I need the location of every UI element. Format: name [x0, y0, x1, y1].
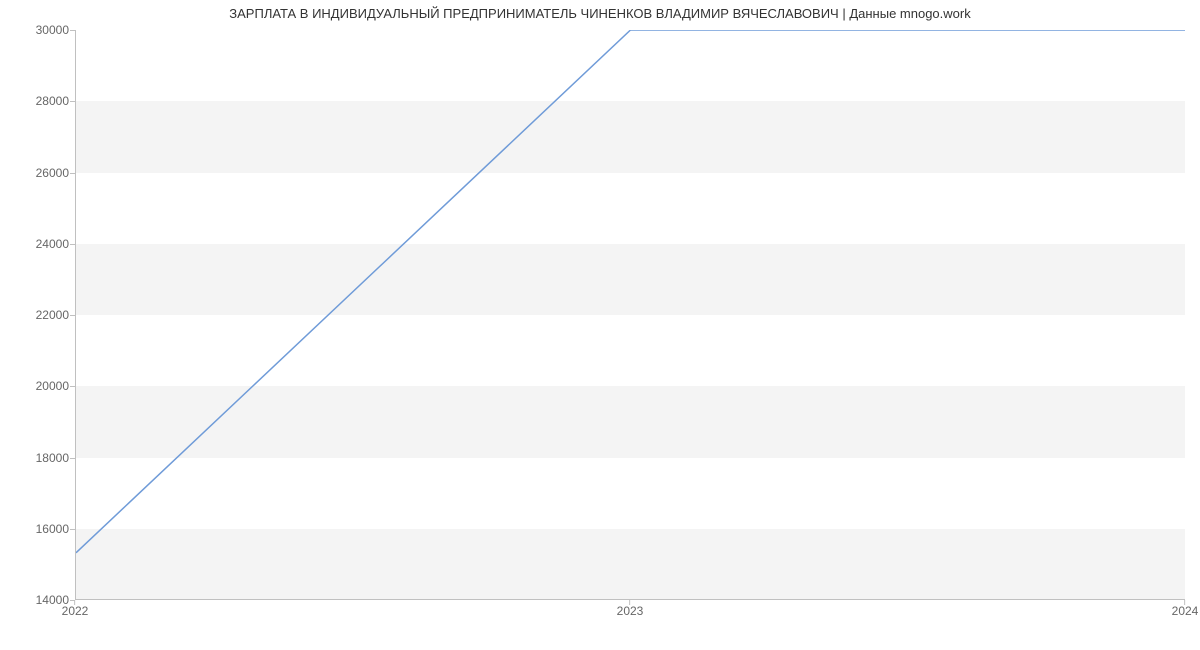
y-tick-label: 24000 — [9, 237, 69, 251]
chart-title: ЗАРПЛАТА В ИНДИВИДУАЛЬНЫЙ ПРЕДПРИНИМАТЕЛ… — [0, 6, 1200, 21]
x-tick-label: 2022 — [62, 604, 89, 618]
y-tick-label: 22000 — [9, 308, 69, 322]
y-tick-label: 18000 — [9, 451, 69, 465]
x-tick-label: 2023 — [617, 604, 644, 618]
y-tick-label: 20000 — [9, 379, 69, 393]
y-tick-label: 28000 — [9, 94, 69, 108]
chart-container: ЗАРПЛАТА В ИНДИВИДУАЛЬНЫЙ ПРЕДПРИНИМАТЕЛ… — [0, 0, 1200, 650]
x-tick-label: 2024 — [1172, 604, 1199, 618]
plot-area — [75, 30, 1185, 600]
y-tick-label: 30000 — [9, 23, 69, 37]
y-tick-label: 26000 — [9, 166, 69, 180]
y-tick-label: 14000 — [9, 593, 69, 607]
series-line — [76, 30, 1185, 553]
line-layer — [76, 30, 1185, 599]
y-tick-label: 16000 — [9, 522, 69, 536]
